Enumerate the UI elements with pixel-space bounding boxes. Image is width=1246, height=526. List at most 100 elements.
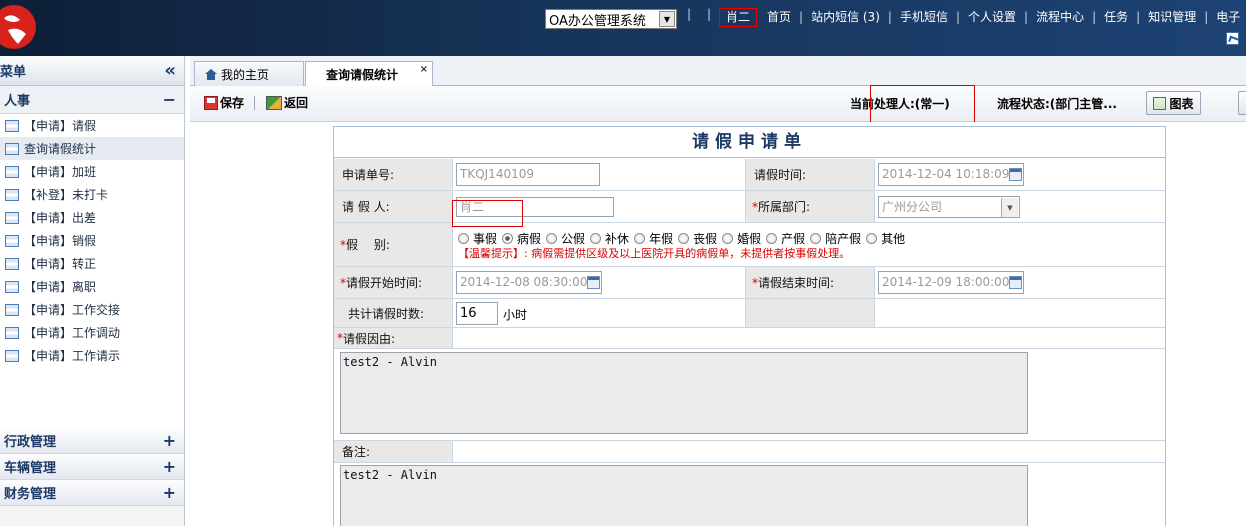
more-button[interactable] [1238, 91, 1246, 115]
radio-other[interactable]: 其他 [866, 230, 905, 247]
hours-unit: 小时 [503, 308, 528, 322]
calendar-icon[interactable] [1009, 168, 1022, 181]
nav-knowledge[interactable]: 知识管理 [1148, 8, 1196, 25]
sidebar-item-request[interactable]: 【申请】工作请示 [0, 344, 184, 367]
leave-form: 请假申请单 申请单号: TKQJ140109 请假时间: 2014-12-04 … [333, 126, 1166, 526]
save-label: 保存 [220, 96, 245, 110]
double-chevron-left-icon[interactable]: « [164, 61, 176, 80]
hours-field[interactable]: 16 [456, 302, 498, 325]
back-label: 返回 [284, 96, 309, 110]
app-no-field[interactable]: TKQJ140109 [456, 163, 600, 186]
dept-value: 广州分公司 [882, 200, 943, 214]
chart-button[interactable]: 图表 [1146, 91, 1201, 115]
chart-icon [1153, 96, 1167, 110]
nav-home[interactable]: 首页 [767, 8, 791, 25]
tab-leave-stats[interactable]: 查询请假统计 × [305, 61, 433, 87]
divider [254, 96, 255, 110]
sidebar-title: 菜单 [0, 65, 27, 80]
radio-icon [546, 233, 558, 244]
tab-home-label: 我的主页 [221, 68, 270, 82]
calendar-icon[interactable] [587, 276, 600, 289]
plus-icon[interactable]: + [163, 483, 176, 502]
sidebar-item-missed-punch[interactable]: 【补登】未打卡 [0, 183, 184, 206]
leave-time-field[interactable]: 2014-12-04 10:18:09 [878, 163, 1024, 186]
sidebar-item-leave-apply[interactable]: 【申请】请假 [0, 114, 184, 137]
remark-label: 备注: [334, 441, 452, 462]
type-label: * 假 别: [334, 223, 452, 266]
sidebar-group-title: 人事 [4, 94, 31, 109]
radio-icon [810, 233, 822, 244]
current-user[interactable]: 肖二 [719, 8, 757, 27]
sidebar-item-label: 【申请】工作请示 [24, 349, 121, 363]
save-button[interactable]: 保存 [204, 94, 244, 111]
chevron-down-icon[interactable]: ▼ [1001, 198, 1018, 217]
divider [874, 299, 875, 327]
sidebar-group-admin[interactable]: 行政管理 + [0, 428, 184, 454]
close-icon[interactable]: × [420, 64, 428, 75]
back-button[interactable]: 返回 [266, 94, 308, 111]
workflow-status: 流程状态:(部门主管... [997, 97, 1117, 111]
end-label: * 请假结束时间: [746, 267, 874, 298]
nav-personal-settings[interactable]: 个人设置 [968, 8, 1016, 25]
radio-icon [722, 233, 734, 244]
tab-home[interactable]: 我的主页 [194, 61, 304, 87]
table-icon [5, 165, 19, 178]
expand-icon[interactable] [1226, 32, 1239, 45]
sidebar-item-resignation[interactable]: 【申请】离职 [0, 275, 184, 298]
sidebar-item-cancel-leave[interactable]: 【申请】销假 [0, 229, 184, 252]
nav-tasks[interactable]: 任务 [1104, 8, 1128, 25]
plus-icon[interactable]: + [163, 431, 176, 450]
sidebar-item-overtime[interactable]: 【申请】加班 [0, 160, 184, 183]
tab-bar: 我的主页 查询请假统计 × [190, 56, 1246, 87]
radio-icon [678, 233, 690, 244]
sidebar-item-label: 【申请】出差 [24, 211, 97, 225]
sidebar-item-label: 【申请】工作交接 [24, 303, 121, 317]
table-icon [5, 326, 19, 339]
nav-internal-messages[interactable]: 站内短信 (3) [811, 8, 880, 25]
minus-icon[interactable]: − [163, 90, 176, 109]
hours-label: 共计请假时数: [334, 299, 452, 327]
divider: | [687, 7, 692, 21]
sidebar-group-vehicles[interactable]: 车辆管理 + [0, 454, 184, 480]
nav-electronic[interactable]: 电子 [1216, 8, 1240, 25]
remark-textarea[interactable]: test2 - Alvin [340, 465, 1028, 526]
app-no-label: 申请单号: [334, 159, 452, 190]
sidebar-item-label: 【补登】未打卡 [24, 188, 109, 202]
company-logo [0, 5, 36, 49]
dept-label-text: 所属部门: [758, 200, 811, 214]
plus-icon[interactable]: + [163, 457, 176, 476]
end-time-field[interactable]: 2014-12-09 18:00:00 [878, 271, 1024, 294]
sidebar-item-business-trip[interactable]: 【申请】出差 [0, 206, 184, 229]
table-icon [5, 303, 19, 316]
reason-textarea[interactable]: test2 - Alvin [340, 352, 1028, 434]
sidebar-group-title: 财务管理 [4, 487, 57, 502]
end-time-value: 2014-12-09 18:00:00 [882, 275, 1010, 289]
form-row: 申请单号: TKQJ140109 请假时间: 2014-12-04 10:18:… [334, 159, 1165, 191]
sidebar-group-finance[interactable]: 财务管理 + [0, 480, 184, 506]
nav-sms[interactable]: 手机短信 [900, 8, 948, 25]
nav-workflow-center[interactable]: 流程中心 [1036, 8, 1084, 25]
chevron-down-icon[interactable]: ▼ [659, 11, 675, 27]
table-icon [5, 211, 19, 224]
divider [874, 159, 875, 190]
sidebar-group-hr[interactable]: 人事 − [0, 86, 184, 114]
dept-label: * 所属部门: [746, 191, 874, 222]
sidebar-item-regularization[interactable]: 【申请】转正 [0, 252, 184, 275]
table-icon [5, 280, 19, 293]
sidebar-item-leave-stats[interactable]: 查询请假统计 [0, 137, 184, 160]
chart-label: 图表 [1169, 96, 1194, 111]
dept-select[interactable]: 广州分公司 ▼ [878, 196, 1020, 218]
sick-leave-tip: 【温馨提示】: 病假需提供区级及以上医院开具的病假单，未提供者按事假处理。 [458, 247, 851, 260]
leave-time-label: 请假时间: [746, 159, 874, 190]
highlight-box [452, 200, 523, 227]
start-time-field[interactable]: 2014-12-08 08:30:00 [456, 271, 602, 294]
sidebar-item-label: 【申请】转正 [24, 257, 97, 271]
system-select[interactable]: OA办公管理系统 ▼ [545, 9, 677, 29]
sidebar-item-label: 【申请】离职 [24, 280, 97, 294]
back-icon [266, 95, 282, 110]
sidebar-item-transfer[interactable]: 【申请】工作调动 [0, 321, 184, 344]
sidebar-item-handover[interactable]: 【申请】工作交接 [0, 298, 184, 321]
top-nav: 首页 | 站内短信 (3) | 手机短信 | 个人设置 | 流程中心 | 任务 | 知识管理… [767, 8, 1241, 25]
calendar-icon[interactable] [1009, 276, 1022, 289]
table-icon [5, 349, 19, 362]
